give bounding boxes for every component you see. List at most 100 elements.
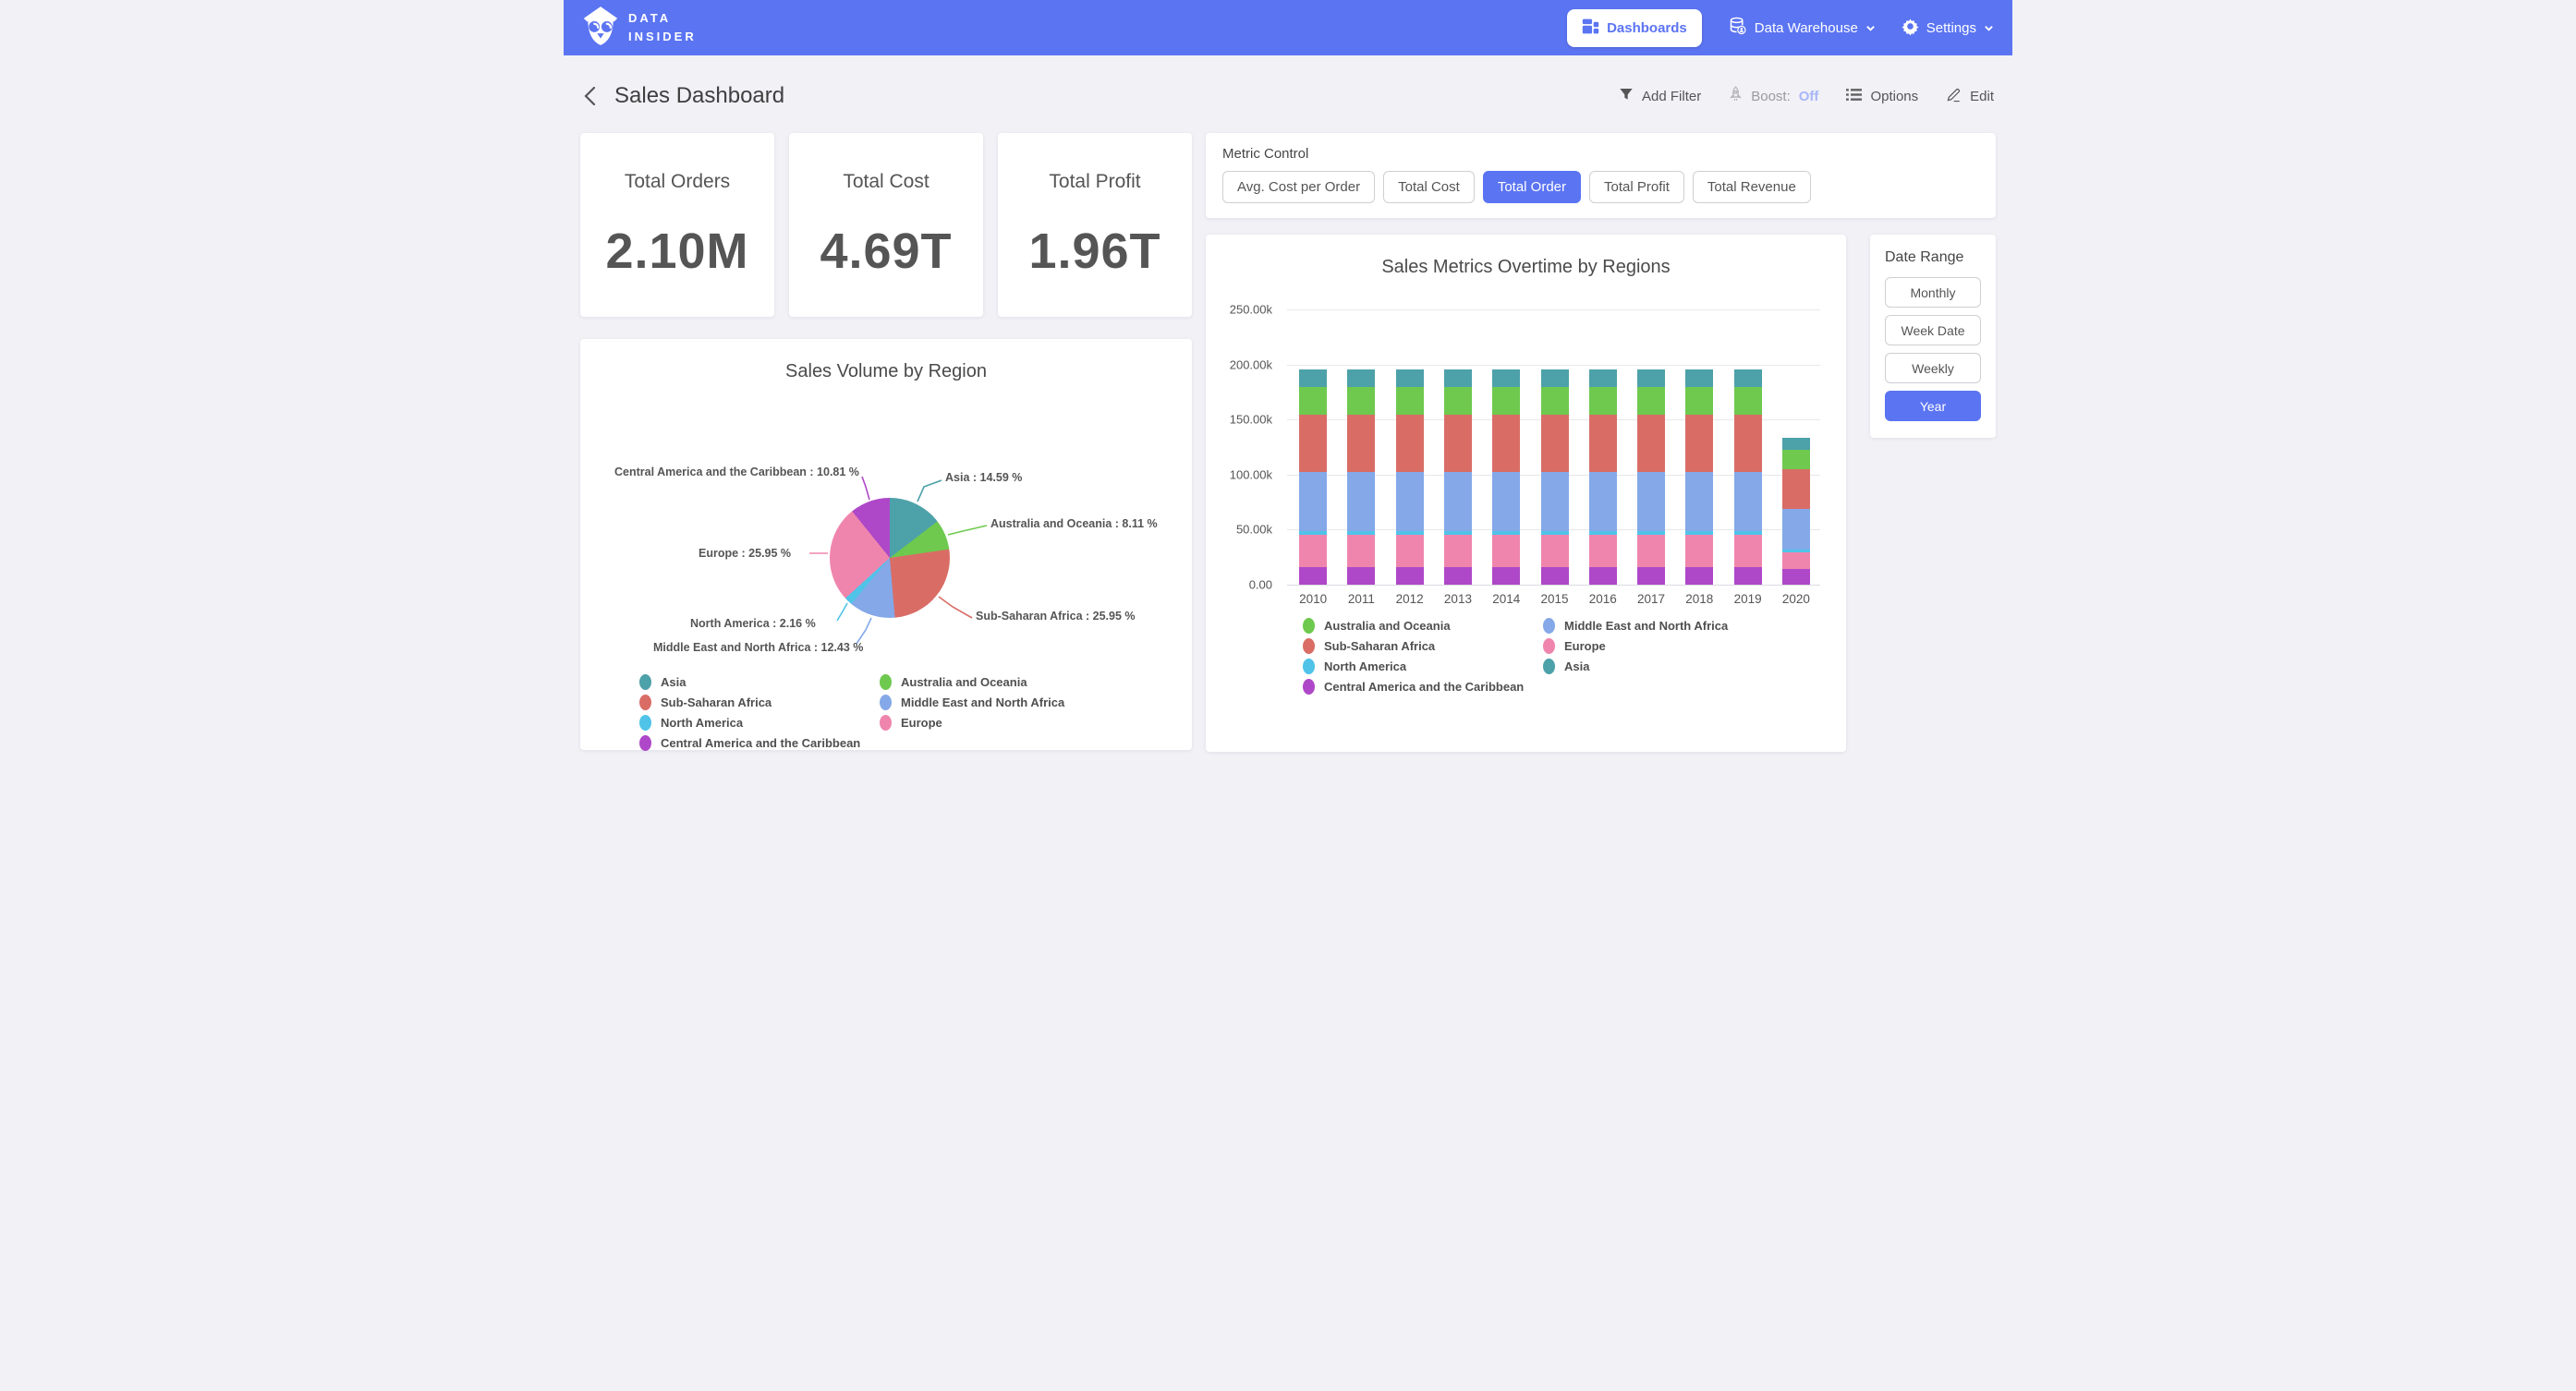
kpi-card-total-orders[interactable]: Total Orders 2.10M <box>580 133 774 317</box>
bar-segment-asia[interactable] <box>1637 535 1665 567</box>
bar-segment-europe[interactable] <box>1734 472 1762 531</box>
edit-button[interactable]: Edit <box>1946 87 1994 106</box>
bar-segment-asia[interactable] <box>1541 535 1569 567</box>
metric-option-avg-cost-per-order[interactable]: Avg. Cost per Order <box>1222 171 1375 203</box>
bar-segment-australia-and-oceania[interactable] <box>1396 369 1424 387</box>
bar-segment-australia-and-oceania[interactable] <box>1782 438 1810 450</box>
bar-segment-asia[interactable] <box>1782 552 1810 569</box>
bar-segment-central-america-and-the-caribbean[interactable] <box>1492 567 1520 585</box>
date-range-option-week-date[interactable]: Week Date <box>1885 315 1981 345</box>
bar-segment-australia-and-oceania[interactable] <box>1299 369 1327 387</box>
bar-segment-central-america-and-the-caribbean[interactable] <box>1782 569 1810 585</box>
bar-segment-central-america-and-the-caribbean[interactable] <box>1589 567 1617 585</box>
bar-segment-central-america-and-the-caribbean[interactable] <box>1734 567 1762 585</box>
bar-segment-central-america-and-the-caribbean[interactable] <box>1444 567 1472 585</box>
bar-segment-australia-and-oceania[interactable] <box>1637 369 1665 387</box>
boost-toggle[interactable]: Boost: Off <box>1729 86 1818 106</box>
bar-segment-middle-east-and-north-africa[interactable] <box>1589 387 1617 415</box>
bar-segment-australia-and-oceania[interactable] <box>1347 369 1375 387</box>
date-range-option-monthly[interactable]: Monthly <box>1885 277 1981 308</box>
legend-item-north-america[interactable]: North America <box>1303 659 1543 674</box>
legend-item-europe[interactable]: Europe <box>1543 638 1728 654</box>
bar-segment-sub-saharan-africa[interactable] <box>1299 415 1327 471</box>
legend-item-sub-saharan-africa[interactable]: Sub-Saharan Africa <box>639 695 880 710</box>
bar-2015[interactable] <box>1541 369 1569 585</box>
date-range-option-weekly[interactable]: Weekly <box>1885 353 1981 383</box>
bar-segment-sub-saharan-africa[interactable] <box>1734 415 1762 471</box>
bar-2019[interactable] <box>1734 369 1762 585</box>
bar-segment-asia[interactable] <box>1444 535 1472 567</box>
legend-item-sub-saharan-africa[interactable]: Sub-Saharan Africa <box>1303 638 1543 654</box>
bar-segment-middle-east-and-north-africa[interactable] <box>1685 387 1713 415</box>
bar-segment-middle-east-and-north-africa[interactable] <box>1541 387 1569 415</box>
bar-2017[interactable] <box>1637 369 1665 585</box>
bar-segment-australia-and-oceania[interactable] <box>1492 369 1520 387</box>
bar-segment-middle-east-and-north-africa[interactable] <box>1299 387 1327 415</box>
metric-option-total-revenue[interactable]: Total Revenue <box>1693 171 1811 203</box>
bar-segment-asia[interactable] <box>1396 535 1424 567</box>
bar-2011[interactable] <box>1347 369 1375 585</box>
bar-segment-europe[interactable] <box>1299 472 1327 531</box>
legend-item-middle-east-and-north-africa[interactable]: Middle East and North Africa <box>1543 618 1728 634</box>
bar-segment-middle-east-and-north-africa[interactable] <box>1396 387 1424 415</box>
bar-segment-europe[interactable] <box>1589 472 1617 531</box>
bar-segment-middle-east-and-north-africa[interactable] <box>1492 387 1520 415</box>
bar-segment-asia[interactable] <box>1685 535 1713 567</box>
bar-segment-central-america-and-the-caribbean[interactable] <box>1396 567 1424 585</box>
bar-segment-middle-east-and-north-africa[interactable] <box>1637 387 1665 415</box>
bar-2016[interactable] <box>1589 369 1617 585</box>
legend-item-asia[interactable]: Asia <box>1543 659 1728 674</box>
bar-segment-central-america-and-the-caribbean[interactable] <box>1347 567 1375 585</box>
bar-segment-australia-and-oceania[interactable] <box>1541 369 1569 387</box>
bar-segment-sub-saharan-africa[interactable] <box>1396 415 1424 471</box>
bar-2012[interactable] <box>1396 369 1424 585</box>
bar-segment-sub-saharan-africa[interactable] <box>1782 469 1810 508</box>
bar-segment-central-america-and-the-caribbean[interactable] <box>1541 567 1569 585</box>
kpi-card-total-profit[interactable]: Total Profit 1.96T <box>998 133 1192 317</box>
bar-segment-asia[interactable] <box>1589 535 1617 567</box>
bar-2013[interactable] <box>1444 369 1472 585</box>
bar-segment-australia-and-oceania[interactable] <box>1734 369 1762 387</box>
nav-data-warehouse-button[interactable]: Data Warehouse <box>1728 17 1876 40</box>
metric-option-total-profit[interactable]: Total Profit <box>1589 171 1684 203</box>
bar-2014[interactable] <box>1492 369 1520 585</box>
bar-segment-sub-saharan-africa[interactable] <box>1541 415 1569 471</box>
bar-segment-asia[interactable] <box>1734 535 1762 567</box>
bar-segment-europe[interactable] <box>1444 472 1472 531</box>
legend-item-north-america[interactable]: North America <box>639 715 880 731</box>
date-range-option-year[interactable]: Year <box>1885 391 1981 421</box>
options-button[interactable]: Options <box>1846 88 1918 105</box>
bar-segment-middle-east-and-north-africa[interactable] <box>1782 450 1810 469</box>
bar-segment-sub-saharan-africa[interactable] <box>1589 415 1617 471</box>
bar-segment-europe[interactable] <box>1541 472 1569 531</box>
bar-segment-sub-saharan-africa[interactable] <box>1685 415 1713 471</box>
brand[interactable]: DATA INSIDER <box>582 6 697 51</box>
bar-segment-europe[interactable] <box>1396 472 1424 531</box>
metric-option-total-order[interactable]: Total Order <box>1483 171 1581 203</box>
legend-item-australia-and-oceania[interactable]: Australia and Oceania <box>880 674 1064 690</box>
bar-segment-asia[interactable] <box>1492 535 1520 567</box>
metric-option-total-cost[interactable]: Total Cost <box>1383 171 1475 203</box>
bar-segment-australia-and-oceania[interactable] <box>1589 369 1617 387</box>
kpi-card-total-cost[interactable]: Total Cost 4.69T <box>789 133 983 317</box>
legend-item-europe[interactable]: Europe <box>880 715 1064 731</box>
bar-segment-europe[interactable] <box>1685 472 1713 531</box>
bar-segment-asia[interactable] <box>1299 535 1327 567</box>
legend-item-central-america-and-the-caribbean[interactable]: Central America and the Caribbean <box>1303 679 1543 695</box>
bar-segment-asia[interactable] <box>1347 535 1375 567</box>
bar-segment-middle-east-and-north-africa[interactable] <box>1734 387 1762 415</box>
bar-segment-sub-saharan-africa[interactable] <box>1492 415 1520 471</box>
legend-item-asia[interactable]: Asia <box>639 674 880 690</box>
bar-2010[interactable] <box>1299 369 1327 585</box>
legend-item-middle-east-and-north-africa[interactable]: Middle East and North Africa <box>880 695 1064 710</box>
legend-item-central-america-and-the-caribbean[interactable]: Central America and the Caribbean <box>639 735 880 751</box>
bar-segment-australia-and-oceania[interactable] <box>1444 369 1472 387</box>
bar-segment-europe[interactable] <box>1782 509 1810 550</box>
bar-segment-middle-east-and-north-africa[interactable] <box>1347 387 1375 415</box>
add-filter-button[interactable]: Add Filter <box>1619 87 1701 105</box>
bar-segment-sub-saharan-africa[interactable] <box>1444 415 1472 471</box>
bar-segment-middle-east-and-north-africa[interactable] <box>1444 387 1472 415</box>
bar-segment-europe[interactable] <box>1492 472 1520 531</box>
nav-dashboards-button[interactable]: Dashboards <box>1567 9 1702 47</box>
pie[interactable] <box>830 498 950 618</box>
